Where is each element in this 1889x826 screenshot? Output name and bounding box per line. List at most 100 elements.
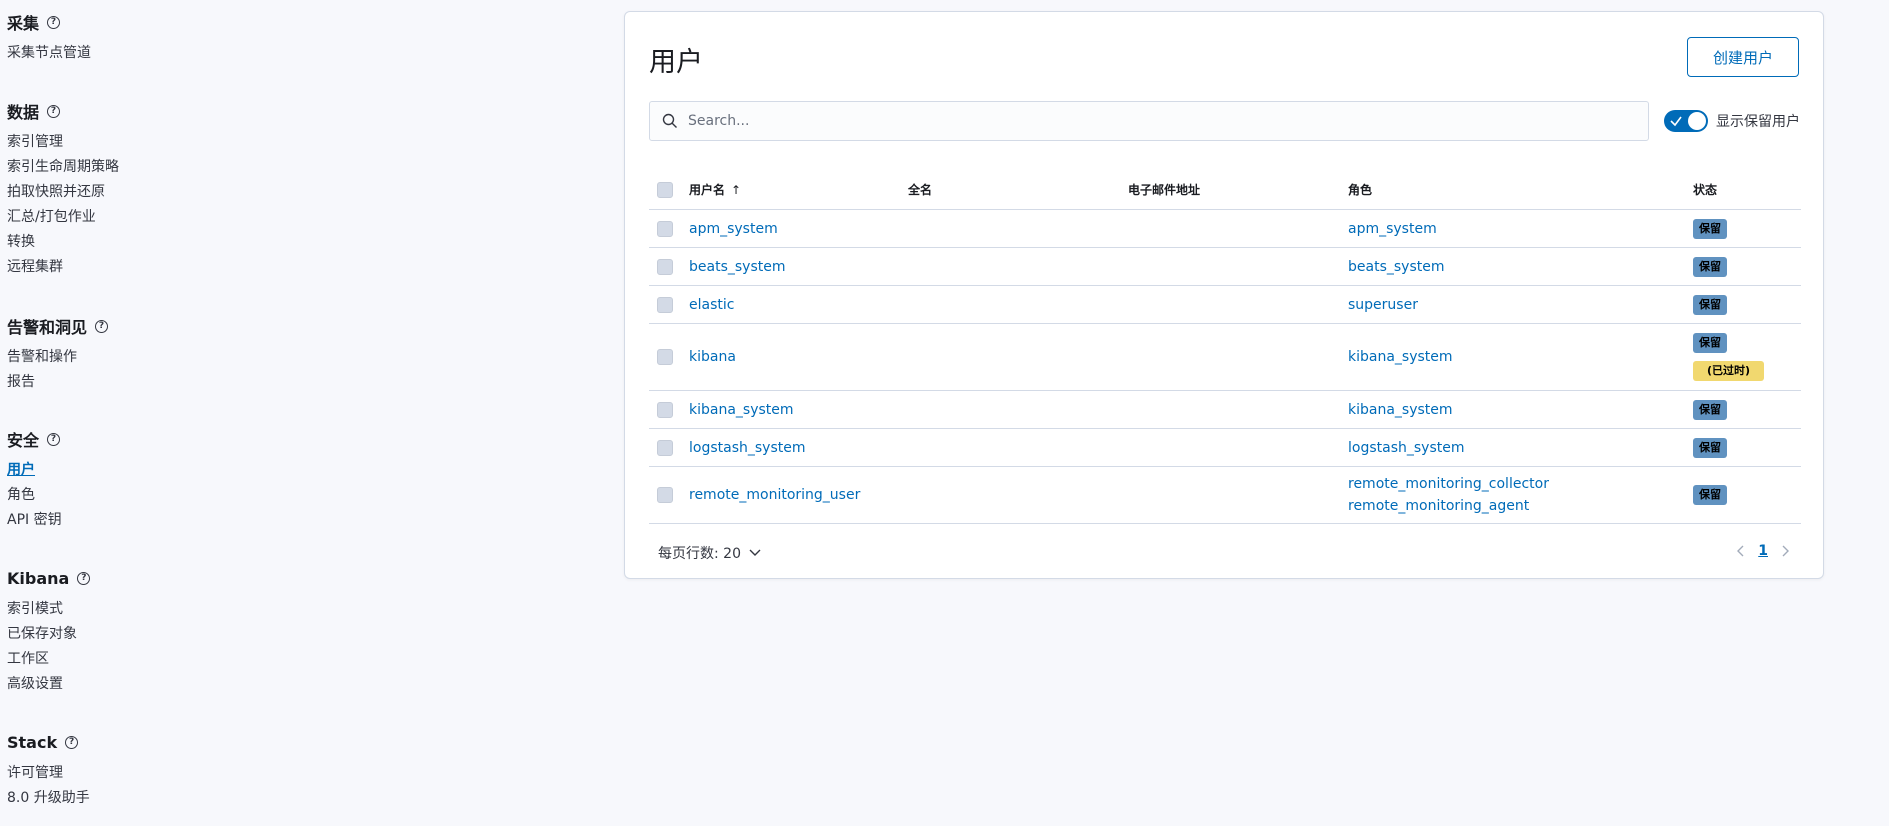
sidebar-item-index-patterns[interactable]: 索引模式 [7,599,90,624]
table-row: kibana_system kibana_system 保留 [649,391,1801,429]
role-link[interactable]: remote_monitoring_collector [1348,476,1693,492]
nav-section-title: Kibana [7,568,70,588]
row-checkbox[interactable] [657,220,673,237]
nav-section-ingest: 采集 ? 采集节点管道 [7,11,91,68]
sidebar-item-roles[interactable]: 角色 [7,485,62,510]
help-icon[interactable]: ? [47,105,61,118]
nav-section-title: 安全 [7,431,40,450]
page-number[interactable]: 1 [1758,543,1768,559]
sidebar-item-license-management[interactable]: 许可管理 [7,763,90,788]
role-link[interactable]: kibana_system [1348,349,1453,365]
sidebar-item-saved-objects[interactable]: 已保存对象 [7,624,90,649]
sidebar-item-rollup-jobs[interactable]: 汇总/打包作业 [7,207,119,232]
table-row: elastic superuser 保留 [649,286,1801,324]
chevron-down-icon [749,549,761,556]
search-icon [662,113,677,128]
sidebar-item-api-keys[interactable]: API 密钥 [7,510,62,535]
username-link[interactable]: kibana_system [689,402,794,418]
nav-section-alerts: 告警和洞见 ? 告警和操作 报告 [7,315,109,397]
show-reserved-toggle-wrap[interactable]: 显示保留用户 [1664,110,1800,132]
nav-section-data: 数据 ? 索引管理 索引生命周期策略 拍取快照并还原 汇总/打包作业 转换 远程… [7,100,119,282]
sidebar-item-spaces[interactable]: 工作区 [7,649,90,674]
username-link[interactable]: apm_system [689,221,778,237]
help-icon[interactable]: ? [95,320,109,333]
column-header-username[interactable]: 用户名 ↑ [689,181,908,198]
sidebar-item-alerts-actions[interactable]: 告警和操作 [7,347,108,372]
select-all-checkbox[interactable] [657,181,673,198]
show-reserved-toggle[interactable] [1664,110,1708,132]
search-input[interactable] [688,113,1588,129]
pagination: 1 [1736,543,1790,559]
table-row: logstash_system logstash_system 保留 [649,429,1801,467]
username-link[interactable]: beats_system [689,259,785,275]
sidebar-item-index-management[interactable]: 索引管理 [7,132,119,157]
rows-per-page-label: 每页行数: 20 [658,546,741,562]
page-title: 用户 [649,47,703,78]
table-row: apm_system apm_system 保留 [649,210,1801,248]
role-link[interactable]: kibana_system [1348,402,1453,418]
sidebar-item-ilm-policies[interactable]: 索引生命周期策略 [7,157,119,182]
username-link[interactable]: elastic [689,297,734,313]
check-icon [1670,116,1682,127]
show-reserved-label: 显示保留用户 [1716,114,1800,130]
nav-section-title: 数据 [7,103,40,122]
deprecated-badge: (已过时) [1693,361,1765,381]
row-checkbox[interactable] [657,296,673,313]
column-header-fullname[interactable]: 全名 [908,181,1128,198]
nav-section-title: Stack [7,732,58,752]
reserved-badge: 保留 [1693,256,1727,277]
reserved-badge: 保留 [1693,218,1727,239]
reserved-badge: 保留 [1693,485,1727,505]
sidebar-item-ingest-pipelines[interactable]: 采集节点管道 [7,43,91,68]
row-checkbox[interactable] [657,439,673,456]
users-panel: 用户 创建用户 显示保留用户 用户名 ↑ 全名 电子邮件地址 角色 状态 [624,11,1824,579]
table-row: kibana kibana_system 保留 (已过时) [649,324,1801,391]
nav-section-title: 采集 [7,14,40,33]
reserved-badge: 保留 [1693,294,1727,315]
nav-section-security: 安全 ? 用户 角色 API 密钥 [7,428,62,535]
rows-per-page-selector[interactable]: 每页行数: 20 [658,543,761,563]
role-link[interactable]: superuser [1348,297,1418,313]
nav-section-title: 告警和洞见 [7,318,88,337]
username-link[interactable]: logstash_system [689,440,805,456]
table-row: remote_monitoring_user remote_monitoring… [649,467,1801,524]
column-header-status: 状态 [1693,183,1718,197]
sidebar-item-advanced-settings[interactable]: 高级设置 [7,674,90,699]
row-checkbox[interactable] [657,401,673,418]
username-link[interactable]: kibana [689,349,736,365]
sidebar: 采集 ? 采集节点管道 数据 ? 索引管理 索引生命周期策略 拍取快照并还原 汇… [0,0,300,826]
role-link[interactable]: logstash_system [1348,440,1464,456]
reserved-badge: 保留 [1693,437,1727,458]
column-header-roles: 角色 [1348,183,1373,197]
row-checkbox[interactable] [657,258,673,275]
help-icon[interactable]: ? [47,16,61,29]
create-user-button[interactable]: 创建用户 [1687,37,1799,77]
sort-up-icon: ↑ [731,182,742,197]
sidebar-item-transforms[interactable]: 转换 [7,232,119,257]
users-table: 用户名 ↑ 全名 电子邮件地址 角色 状态 apm_system apm_sys… [649,170,1801,524]
sidebar-item-upgrade-assistant[interactable]: 8.0 升级助手 [7,788,90,813]
chevron-right-icon[interactable] [1782,545,1790,557]
row-checkbox[interactable] [657,349,673,365]
table-header: 用户名 ↑ 全名 电子邮件地址 角色 状态 [649,170,1801,210]
chevron-left-icon[interactable] [1736,545,1744,557]
toggle-knob [1688,112,1706,130]
role-link[interactable]: remote_monitoring_agent [1348,498,1693,514]
column-header-email[interactable]: 电子邮件地址 [1128,181,1348,198]
help-icon[interactable]: ? [65,736,79,749]
search-bar[interactable] [649,101,1649,141]
sidebar-item-snapshot-restore[interactable]: 拍取快照并还原 [7,182,119,207]
help-icon[interactable]: ? [47,433,61,446]
role-link[interactable]: apm_system [1348,221,1437,237]
table-row: beats_system beats_system 保留 [649,248,1801,286]
sidebar-item-users[interactable]: 用户 [7,460,62,485]
sidebar-item-reporting[interactable]: 报告 [7,372,108,397]
row-checkbox[interactable] [657,487,673,503]
username-link[interactable]: remote_monitoring_user [689,487,860,503]
reserved-badge: 保留 [1693,333,1727,353]
nav-section-kibana: Kibana ? 索引模式 已保存对象 工作区 高级设置 [7,567,91,699]
role-link[interactable]: beats_system [1348,259,1444,275]
help-icon[interactable]: ? [77,572,91,585]
reserved-badge: 保留 [1693,399,1727,420]
sidebar-item-remote-clusters[interactable]: 远程集群 [7,257,119,282]
